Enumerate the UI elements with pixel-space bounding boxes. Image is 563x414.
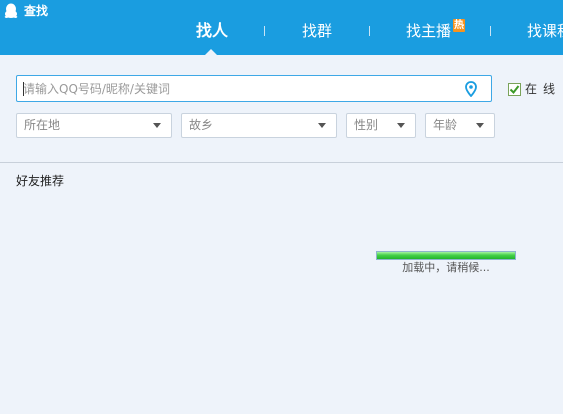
progress-fill <box>377 252 515 259</box>
chevron-down-icon <box>397 123 405 128</box>
online-only-label[interactable]: 在线 <box>525 81 561 97</box>
dropdown-label: 年龄 <box>433 118 458 132</box>
checkmark-icon <box>509 85 520 95</box>
active-tab-indicator <box>205 49 217 55</box>
window-title: 查找 <box>24 4 49 18</box>
friend-recommendations-heading: 好友推荐 <box>16 174 65 188</box>
tab-find-streamers[interactable]: 找主播热 <box>406 19 466 42</box>
tab-find-groups[interactable]: 找群 <box>302 20 332 42</box>
tab-label: 找课程 <box>527 22 563 40</box>
hot-badge: 热 <box>453 19 466 32</box>
chevron-down-icon <box>153 123 161 128</box>
text-caret <box>23 82 24 96</box>
loading-text: 加载中，请稍候... <box>402 261 490 274</box>
dropdown-label: 性别 <box>354 118 379 132</box>
dropdown-label: 故乡 <box>189 118 214 132</box>
location-dropdown[interactable]: 所在地 <box>16 113 172 138</box>
title-bar: 查找 找人 找群 找主播热 找课程 <box>0 0 563 55</box>
chevron-down-icon <box>476 123 484 128</box>
search-box[interactable] <box>16 75 492 102</box>
search-input[interactable] <box>23 76 453 101</box>
dropdown-label: 所在地 <box>24 118 61 132</box>
tab-separator <box>490 26 491 36</box>
tab-label: 找主播 <box>406 22 452 40</box>
tab-find-people[interactable]: 找人 <box>196 20 228 42</box>
online-only-checkbox[interactable] <box>508 83 521 96</box>
qq-penguin-icon <box>4 3 18 18</box>
tab-label: 找人 <box>196 21 229 40</box>
tab-separator <box>264 26 265 36</box>
tab-find-courses[interactable]: 找课程 <box>527 20 563 42</box>
gender-dropdown[interactable]: 性别 <box>346 113 416 138</box>
age-dropdown[interactable]: 年龄 <box>425 113 495 138</box>
location-pin-icon[interactable] <box>465 81 477 97</box>
tab-label: 找群 <box>302 22 333 40</box>
tab-separator <box>369 26 370 36</box>
hometown-dropdown[interactable]: 故乡 <box>181 113 337 138</box>
section-divider <box>0 162 563 163</box>
loading-progress-bar <box>376 251 516 260</box>
chevron-down-icon <box>318 123 326 128</box>
